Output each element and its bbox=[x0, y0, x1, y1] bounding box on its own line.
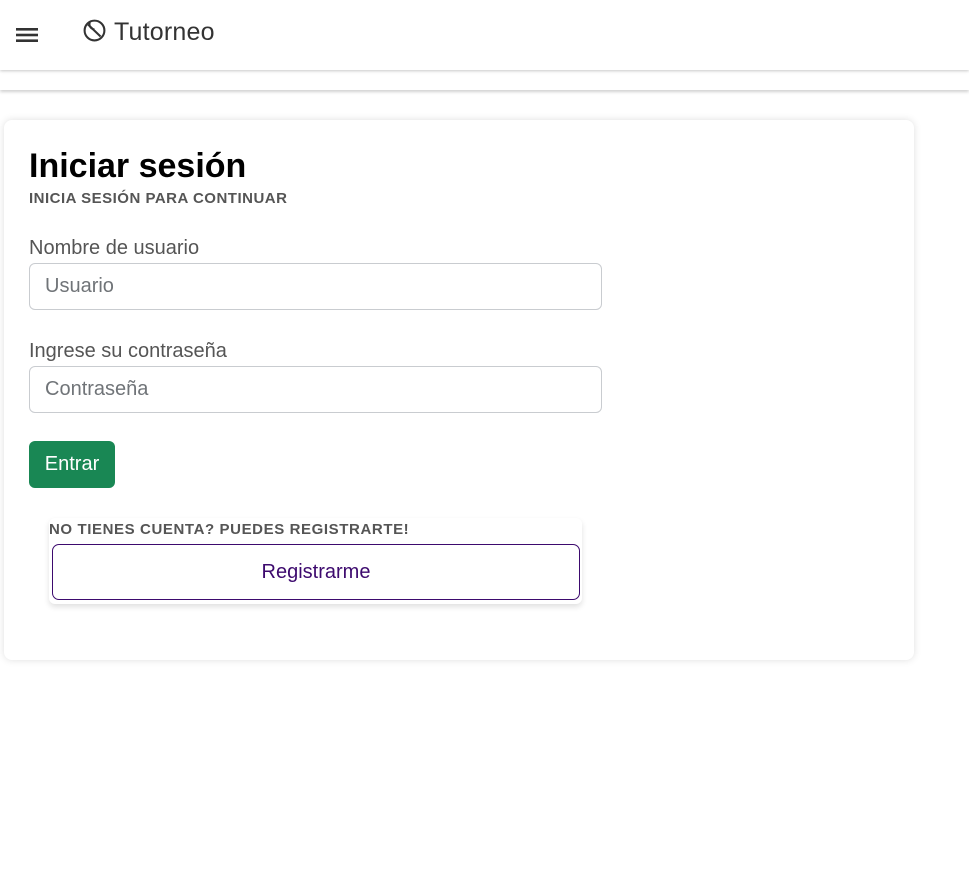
brand-link[interactable]: Tutorneo bbox=[82, 18, 215, 47]
login-button[interactable]: Entrar bbox=[29, 441, 115, 488]
login-card: Iniciar sesión INICIA SESIÓN PARA CONTIN… bbox=[4, 120, 914, 660]
register-button[interactable]: Registrarme bbox=[52, 544, 580, 600]
username-input[interactable] bbox=[29, 263, 602, 310]
register-note: NO TIENES CUENTA? PUEDES REGISTRARTE! bbox=[49, 521, 410, 538]
page-title: Iniciar sesión bbox=[29, 147, 247, 185]
brand-name: Tutorneo bbox=[114, 18, 215, 46]
page-subtitle: INICIA SESIÓN PARA CONTINUAR bbox=[29, 190, 288, 207]
app-bar: Tutorneo bbox=[0, 0, 969, 70]
soccer-ball-icon bbox=[83, 19, 106, 42]
password-label: Ingrese su contraseña bbox=[29, 340, 227, 362]
password-input[interactable] bbox=[29, 366, 602, 413]
register-panel: NO TIENES CUENTA? PUEDES REGISTRARTE! Re… bbox=[49, 518, 582, 604]
menu-button[interactable] bbox=[11, 19, 43, 51]
username-label: Nombre de usuario bbox=[29, 237, 200, 259]
hamburger-menu-icon bbox=[16, 28, 38, 42]
secondary-bar bbox=[0, 70, 969, 90]
